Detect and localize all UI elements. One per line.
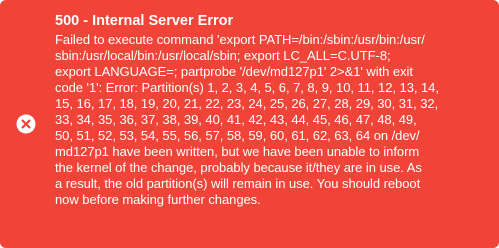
notification-message: Failed to execute command 'export PATH=/… — [55, 32, 439, 207]
notification-body: 500 - Internal Server Error Failed to ex… — [55, 0, 499, 248]
notification-title: 500 - Internal Server Error — [55, 13, 234, 29]
close-circle-icon[interactable] — [16, 114, 36, 134]
error-notification: 500 - Internal Server Error Failed to ex… — [0, 0, 499, 248]
notification-icon-gutter — [0, 0, 55, 248]
